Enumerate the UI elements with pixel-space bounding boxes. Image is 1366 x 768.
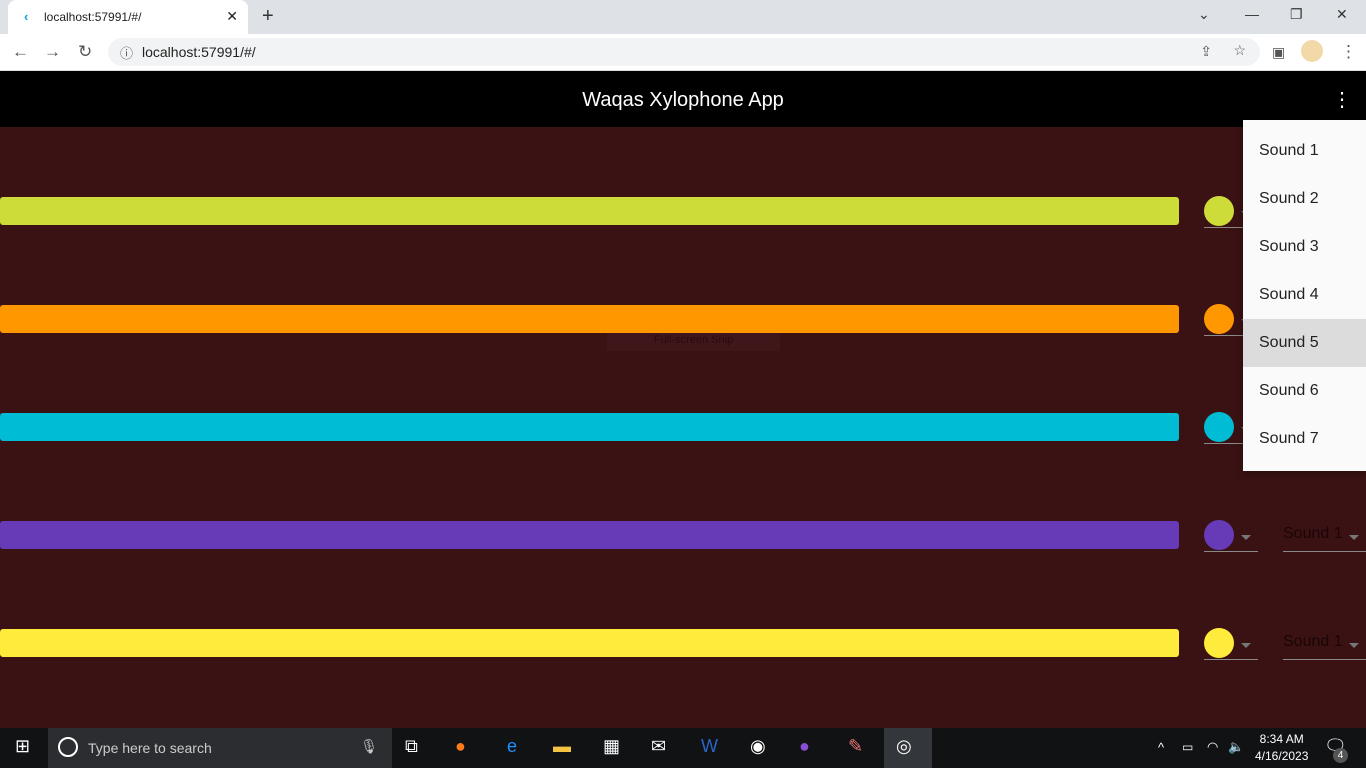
windows-start-icon[interactable]: ⊞ bbox=[15, 736, 30, 757]
close-tab-icon[interactable]: ✕ bbox=[226, 8, 238, 25]
flutter-favicon-icon: ‹ bbox=[24, 9, 29, 24]
color-swatch bbox=[1204, 628, 1234, 658]
file-explorer-icon[interactable]: ▬ bbox=[553, 736, 571, 757]
xylophone-key[interactable] bbox=[0, 629, 1179, 657]
browser-tab[interactable]: ‹ localhost:57991/#/ ✕ bbox=[8, 0, 248, 34]
profile-avatar[interactable] bbox=[1301, 40, 1323, 62]
restore-button[interactable]: ❐ bbox=[1290, 6, 1303, 23]
menu-item-sound-4[interactable]: Sound 4 bbox=[1243, 271, 1366, 319]
word-icon[interactable]: W bbox=[701, 736, 718, 757]
new-tab-button[interactable]: + bbox=[262, 5, 274, 28]
store-icon[interactable]: ▦ bbox=[603, 736, 620, 757]
xylophone-key[interactable] bbox=[0, 305, 1179, 333]
menu-item-sound-3[interactable]: Sound 3 bbox=[1243, 223, 1366, 271]
notification-count-badge: 4 bbox=[1333, 748, 1348, 763]
sound-dropdown-underline[interactable] bbox=[1283, 551, 1366, 552]
xylophone-key[interactable] bbox=[0, 197, 1179, 225]
tab-title: localhost:57991/#/ bbox=[44, 10, 142, 24]
sound-dropdown-value[interactable]: Sound 1 bbox=[1283, 633, 1343, 651]
color-dropdown-caret-icon[interactable] bbox=[1241, 535, 1251, 540]
menu-item-sound-2[interactable]: Sound 2 bbox=[1243, 175, 1366, 223]
close-window-button[interactable]: ✕ bbox=[1336, 6, 1348, 23]
browser-tab-bar: ‹ localhost:57991/#/ ✕ + ⌄ — ❐ ✕ bbox=[0, 0, 1366, 34]
xylophone-key[interactable] bbox=[0, 521, 1179, 549]
sound-dropdown-value[interactable]: Sound 1 bbox=[1283, 525, 1343, 543]
page-title: Waqas Xylophone App bbox=[582, 89, 784, 111]
side-panel-icon[interactable]: ▣ bbox=[1272, 44, 1285, 61]
sound-dropdown-menu: Sound 1 Sound 2 Sound 3 Sound 4 Sound 5 Sound… bbox=[1243, 120, 1366, 471]
chrome-icon[interactable]: ◎ bbox=[884, 728, 932, 768]
sound-dropdown-caret-icon[interactable] bbox=[1349, 643, 1359, 648]
tab-search-icon[interactable]: ⌄ bbox=[1198, 6, 1210, 23]
taskbar: ⊞ Type here to search 🎙 ⧉ ● e ▬ ▦ ✉ W ◉ … bbox=[0, 728, 1366, 768]
minimize-button[interactable]: — bbox=[1245, 6, 1259, 22]
menu-item-sound-7[interactable]: Sound 7 bbox=[1243, 415, 1366, 463]
app-icon[interactable]: ◉ bbox=[750, 736, 766, 757]
github-icon[interactable]: ● bbox=[799, 736, 810, 757]
sound-dropdown-underline[interactable] bbox=[1283, 659, 1366, 660]
mail-icon[interactable]: ✉ bbox=[651, 736, 666, 757]
wifi-icon[interactable]: ◠ bbox=[1207, 739, 1218, 755]
url-input[interactable]: ⓘ localhost:57991/#/ ⇪ ☆ bbox=[108, 38, 1260, 66]
snip-tooltip: Full-screen Snip bbox=[607, 333, 780, 351]
paint-icon[interactable]: ✎ bbox=[848, 736, 863, 757]
cortana-icon bbox=[58, 737, 78, 757]
bookmark-star-icon[interactable]: ☆ bbox=[1233, 42, 1246, 59]
color-dropdown-underline[interactable] bbox=[1204, 659, 1258, 660]
color-swatch bbox=[1204, 412, 1234, 442]
back-icon[interactable]: ← bbox=[12, 42, 29, 62]
show-hidden-icons[interactable]: ^ bbox=[1158, 740, 1164, 755]
sound-dropdown-caret-icon[interactable] bbox=[1349, 535, 1359, 540]
edge-icon[interactable]: e bbox=[507, 736, 517, 757]
forward-icon[interactable]: → bbox=[44, 42, 61, 62]
volume-icon[interactable]: 🔈 bbox=[1228, 739, 1244, 755]
system-clock[interactable]: 8:34 AM 4/16/2023 bbox=[1255, 731, 1308, 765]
taskbar-search-input[interactable]: Type here to search 🎙 bbox=[48, 728, 392, 768]
clock-time: 8:34 AM bbox=[1259, 732, 1304, 746]
url-text: localhost:57991/#/ bbox=[142, 44, 256, 60]
xylophone-key[interactable] bbox=[0, 413, 1179, 441]
color-dropdown-caret-icon[interactable] bbox=[1241, 643, 1251, 648]
color-swatch bbox=[1204, 304, 1234, 334]
search-placeholder: Type here to search bbox=[88, 740, 212, 756]
menu-item-sound-5[interactable]: Sound 5 bbox=[1243, 319, 1366, 367]
battery-icon[interactable]: ▭ bbox=[1182, 740, 1193, 754]
address-bar-row: ← → ↻ ⓘ localhost:57991/#/ ⇪ ☆ ▣ ⋮ bbox=[0, 34, 1366, 71]
color-swatch bbox=[1204, 520, 1234, 550]
clock-date: 4/16/2023 bbox=[1255, 749, 1309, 763]
share-icon[interactable]: ⇪ bbox=[1200, 43, 1212, 60]
microphone-icon[interactable]: 🎙 bbox=[360, 738, 378, 755]
menu-item-sound-6[interactable]: Sound 6 bbox=[1243, 367, 1366, 415]
menu-item-sound-1[interactable]: Sound 1 bbox=[1243, 127, 1366, 175]
firefox-icon[interactable]: ● bbox=[455, 736, 466, 757]
task-view-icon[interactable]: ⧉ bbox=[405, 736, 418, 757]
app-bar: Waqas Xylophone App ⋮ bbox=[0, 71, 1366, 127]
chrome-menu-icon[interactable]: ⋮ bbox=[1340, 42, 1357, 62]
color-swatch bbox=[1204, 196, 1234, 226]
info-icon: ⓘ bbox=[120, 46, 134, 61]
color-dropdown-underline[interactable] bbox=[1204, 551, 1258, 552]
reload-icon[interactable]: ↻ bbox=[78, 42, 92, 62]
